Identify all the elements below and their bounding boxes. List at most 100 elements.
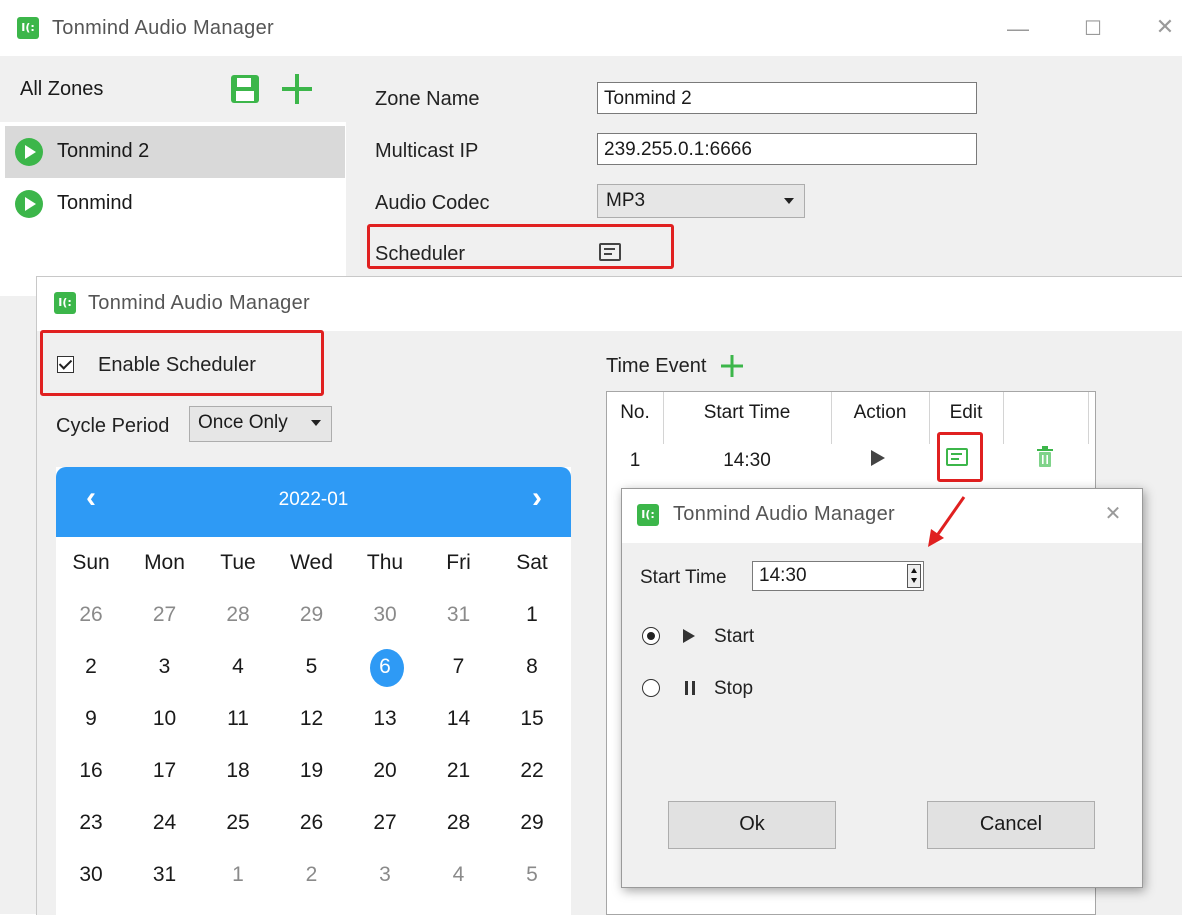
zone-item-tonmind-2[interactable]: Tonmind 2 — [5, 126, 345, 178]
calendar-day[interactable]: 4 — [427, 863, 491, 887]
calendar-day[interactable]: 12 — [280, 707, 344, 731]
day-number: 26 — [79, 603, 103, 626]
audio-codec-label: Audio Codec — [375, 192, 490, 214]
calendar-day[interactable]: 10 — [133, 707, 197, 731]
day-number: 7 — [452, 655, 465, 678]
column-header-action: Action — [853, 402, 907, 423]
calendar-day[interactable]: 21 — [427, 759, 491, 783]
day-number: 29 — [520, 811, 544, 834]
multicast-ip-field[interactable]: 239.255.0.1:6666 — [597, 133, 977, 165]
save-icon[interactable] — [229, 73, 261, 105]
calendar-day[interactable]: 13 — [353, 707, 417, 731]
zone-name-label: Tonmind 2 — [57, 140, 150, 162]
spin-buttons[interactable] — [907, 564, 921, 588]
cycle-period-select[interactable]: Once Only — [189, 406, 332, 442]
day-number: 30 — [373, 603, 397, 626]
calendar-day[interactable]: 26 — [280, 811, 344, 835]
minimize-button[interactable]: — — [1003, 18, 1033, 40]
calendar-day[interactable]: 8 — [500, 655, 564, 679]
calendar-day[interactable]: 27 — [133, 603, 197, 627]
weekday-label: Tue — [220, 551, 256, 574]
calendar-day[interactable]: 26 — [59, 603, 123, 627]
enable-scheduler-highlight — [40, 330, 324, 396]
start-time-value: 14:30 — [759, 565, 807, 586]
day-number: 1 — [526, 603, 538, 626]
main-window-title: Tonmind Audio Manager — [52, 17, 274, 39]
calendar-day[interactable]: 2 — [280, 863, 344, 887]
play-icon[interactable] — [15, 190, 43, 218]
calendar-day[interactable]: 17 — [133, 759, 197, 783]
calendar-day[interactable]: 24 — [133, 811, 197, 835]
zones-panel: All Zones Tonmind 2 Tonmind — [0, 56, 346, 296]
scheduler-titlebar: I(: Tonmind Audio Manager — [37, 277, 1182, 331]
calendar-day[interactable]: 3 — [133, 655, 197, 679]
maximize-button[interactable]: ☐ — [1078, 18, 1108, 40]
calendar-day[interactable]: 31 — [427, 603, 491, 627]
calendar-day[interactable]: 5 — [500, 863, 564, 887]
zone-item-tonmind[interactable]: Tonmind — [5, 178, 345, 230]
calendar-day-selected[interactable]: 6 — [353, 649, 417, 687]
calendar-day[interactable]: 28 — [427, 811, 491, 835]
calendar-day[interactable]: 28 — [206, 603, 270, 627]
start-time-spinbox[interactable]: 14:30 — [752, 561, 924, 591]
edit-highlight — [937, 432, 983, 482]
ok-button[interactable]: Ok — [668, 801, 836, 849]
calendar-day[interactable]: 4 — [206, 655, 270, 679]
calendar-day[interactable]: 29 — [280, 603, 344, 627]
calendar-day[interactable]: 15 — [500, 707, 564, 731]
day-number: 6 — [379, 655, 391, 678]
zone-name-label: Zone Name — [375, 88, 480, 110]
spin-up-icon[interactable] — [911, 568, 917, 573]
play-icon[interactable] — [15, 138, 43, 166]
zone-name-field[interactable]: Tonmind 2 — [597, 82, 977, 114]
add-zone-icon[interactable] — [280, 72, 314, 106]
calendar-day[interactable]: 30 — [59, 863, 123, 887]
close-button[interactable]: ✕ — [1150, 16, 1180, 38]
cancel-button[interactable]: Cancel — [927, 801, 1095, 849]
trash-icon[interactable] — [1036, 446, 1054, 468]
calendar-day[interactable]: 19 — [280, 759, 344, 783]
edit-dialog-title: Tonmind Audio Manager — [673, 503, 895, 525]
day-number: 23 — [79, 811, 103, 834]
calendar-day[interactable]: 27 — [353, 811, 417, 835]
calendar-day[interactable]: 30 — [353, 603, 417, 627]
edit-dialog-close-button[interactable]: ✕ — [1100, 503, 1126, 525]
day-number: 10 — [152, 707, 177, 730]
weekday-label: Thu — [366, 551, 404, 574]
day-number: 31 — [446, 603, 471, 626]
calendar-day[interactable]: 16 — [59, 759, 123, 783]
stop-option-label: Stop — [714, 678, 754, 699]
calendar-day[interactable]: 25 — [206, 811, 270, 835]
calendar-day[interactable]: 1 — [500, 603, 564, 627]
calendar-day[interactable]: 29 — [500, 811, 564, 835]
spin-down-icon[interactable] — [911, 578, 917, 583]
day-number: 21 — [446, 759, 471, 782]
calendar-day[interactable]: 5 — [280, 655, 344, 679]
calendar-day[interactable]: 1 — [206, 863, 270, 887]
calendar-day[interactable]: 20 — [353, 759, 417, 783]
calendar-day[interactable]: 7 — [427, 655, 491, 679]
next-month-button[interactable]: › — [522, 483, 552, 513]
column-divider — [1003, 392, 1004, 444]
add-time-event-icon[interactable] — [720, 354, 744, 378]
calendar-day[interactable]: 9 — [59, 707, 123, 731]
calendar-day[interactable]: 22 — [500, 759, 564, 783]
stop-radio[interactable] — [642, 679, 660, 697]
day-number: 31 — [152, 863, 177, 886]
calendar-day[interactable]: 31 — [133, 863, 197, 887]
calendar-day[interactable]: 23 — [59, 811, 123, 835]
app-logo-icon: I(: — [637, 504, 659, 526]
start-time-label: Start Time — [640, 567, 727, 588]
day-number: 19 — [299, 759, 324, 782]
calendar-day[interactable]: 2 — [59, 655, 123, 679]
start-radio[interactable] — [642, 627, 660, 645]
calendar-day[interactable]: 14 — [427, 707, 491, 731]
play-action-icon[interactable] — [870, 449, 886, 467]
pointer-arrow-icon — [928, 496, 966, 547]
day-number: 25 — [226, 811, 250, 834]
all-zones-label: All Zones — [20, 78, 104, 100]
calendar-day[interactable]: 11 — [206, 707, 270, 731]
calendar-day[interactable]: 18 — [206, 759, 270, 783]
audio-codec-select[interactable]: MP3 — [597, 184, 805, 218]
calendar-day[interactable]: 3 — [353, 863, 417, 887]
